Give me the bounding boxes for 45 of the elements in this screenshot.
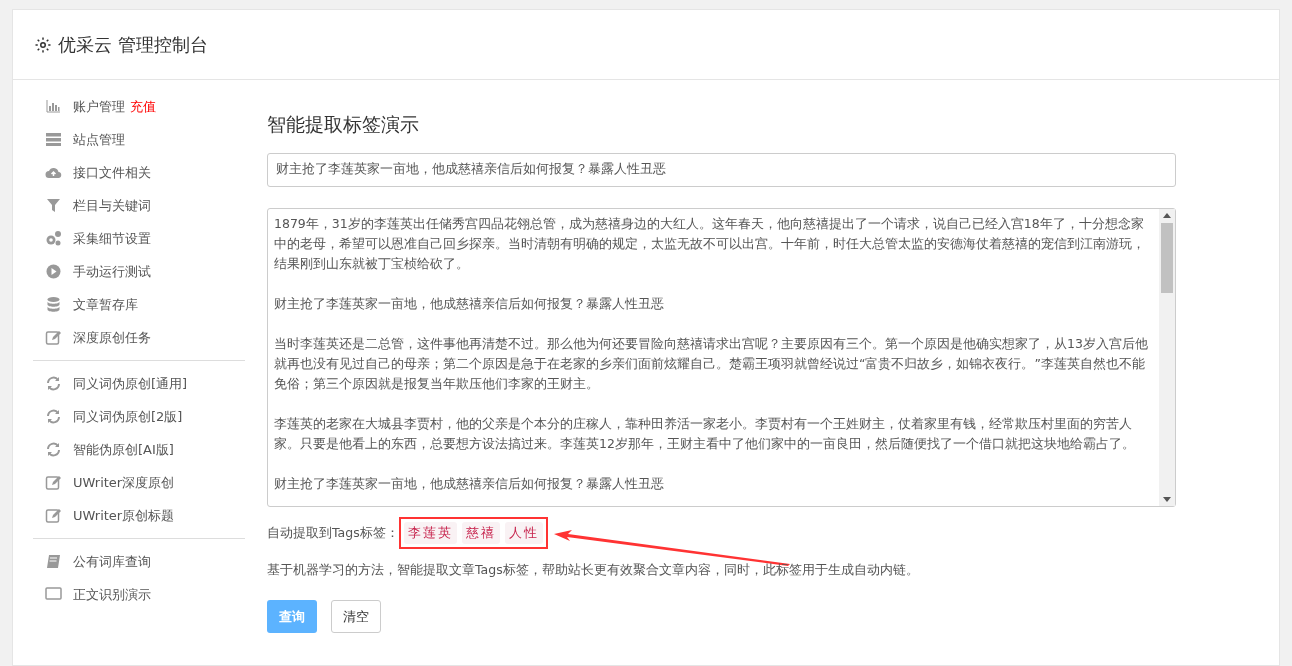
refresh-icon [45, 375, 62, 392]
edit-icon [45, 329, 62, 346]
title-field[interactable]: 财主抢了李莲英家一亩地，他成慈禧亲信后如何报复？暴露人性丑恶 [267, 152, 1176, 187]
tags-label: 自动提取到Tags标签： [267, 523, 399, 542]
recharge-link[interactable]: 充值 [130, 96, 156, 117]
sidebar-item[interactable]: 站点管理 [33, 123, 243, 156]
refresh-icon [45, 408, 62, 425]
server-icon [45, 131, 62, 148]
sidebar-item[interactable]: 公有词库查询 [33, 545, 243, 578]
sidebar-item[interactable]: 同义词伪原创[2版] [33, 400, 243, 433]
scroll-up-icon[interactable] [1163, 212, 1171, 218]
sidebar-item[interactable]: 栏目与关键词 [33, 189, 243, 222]
play-circle-icon [45, 263, 62, 280]
sidebar-item[interactable]: 正文识别演示 [33, 578, 243, 611]
description-text: 基于机器学习的方法，智能提取文章Tags标签，帮助站长更有效聚合文章内容，同时，此标签用于生成自动内链。 [267, 561, 920, 580]
sidebar-item[interactable]: 手动运行测试 [33, 255, 243, 288]
book-icon [45, 553, 62, 570]
tag: 慈禧 [461, 521, 500, 545]
scroll-down-icon[interactable] [1163, 496, 1171, 502]
scrollbar[interactable] [1159, 208, 1175, 506]
bar-chart-icon [45, 98, 62, 115]
tag: 人性 [504, 521, 543, 545]
console-title: 优采云 管理控制台 [58, 33, 208, 57]
sidebar-item[interactable]: 接口文件相关 [33, 156, 243, 189]
settings-icon [34, 35, 52, 54]
section-title: 智能提取标签演示 [267, 112, 420, 137]
tag: 李莲英 [403, 521, 457, 545]
edit-icon [45, 507, 62, 524]
clear-button[interactable]: 清空 [331, 600, 381, 633]
sidebar-item[interactable]: 采集细节设置 [33, 222, 243, 255]
refresh-icon [45, 441, 62, 458]
database-icon [45, 296, 62, 313]
sidebar-item[interactable]: 同义词伪原创[通用] [33, 367, 243, 400]
content-textarea[interactable]: 1879年，31岁的李莲英出任储秀宫四品花翎总管，成为慈禧身边的大红人。这年春天，他向慈禧提出了一个请求，说自己已经入宫18年了，十分想念家中的老母，希望可以恩准自己回乡探亲。当时清朝有明确的规定，太监无故不可以出宫。十年前，时任大总管太监的安德海仗着慈禧的宠信到江南游玩，结果刚到山东就被丁宝桢给砍了。 财主抢了李莲英家一亩地，他成慈禧亲信后如何报复？暴露人性丑恶 当时李莲英还是二总管，这件事他再清楚不过。那么他为何还要冒险向慈禧请求出宫呢？主要原因有三个。第一个原因是他确实想家了，从13岁入宫后他就再也没有见过自己的母亲；第二个原因是急于在老家的乡亲们面前炫耀自己。楚霸王项羽就曾经说过“富贵不归故乡，如锦衣夜行。”李莲英自然也不能免俗；第三个原因就是报复当年欺压他们李家的王财主。 李莲英的老家在大城县李贾村，他的父亲是个本分的庄稼人，靠种田养活一家老小。李贾村有一个王姓财主，仗着家里有钱，经常欺压村里面的穷苦人家。只要是他看上的东西，总要想方设法搞过来。李莲英12岁那年，王财主看中了他们家中的一亩良田，然后随便找了一个借口就把这块地给霸占了。 财主抢了李莲英家一亩地，他成慈禧亲信后如何报复？暴露人性丑恶 [267, 207, 1176, 507]
scroll-thumb[interactable] [1161, 222, 1173, 293]
sidebar-item[interactable]: 文章暂存库 [33, 288, 243, 321]
gears-icon [45, 230, 62, 247]
edit-icon [45, 474, 62, 491]
sidebar-item[interactable]: UWriter深度原创 [33, 466, 243, 499]
filter-icon [45, 197, 62, 214]
sidebar-item[interactable]: 账户管理 [73, 96, 125, 117]
monitor-icon [45, 586, 62, 603]
sidebar-item[interactable]: 智能伪原创[AI版] [33, 433, 243, 466]
sidebar-item[interactable]: UWriter原创标题 [33, 499, 243, 532]
sidebar-item[interactable]: 深度原创任务 [33, 321, 243, 354]
